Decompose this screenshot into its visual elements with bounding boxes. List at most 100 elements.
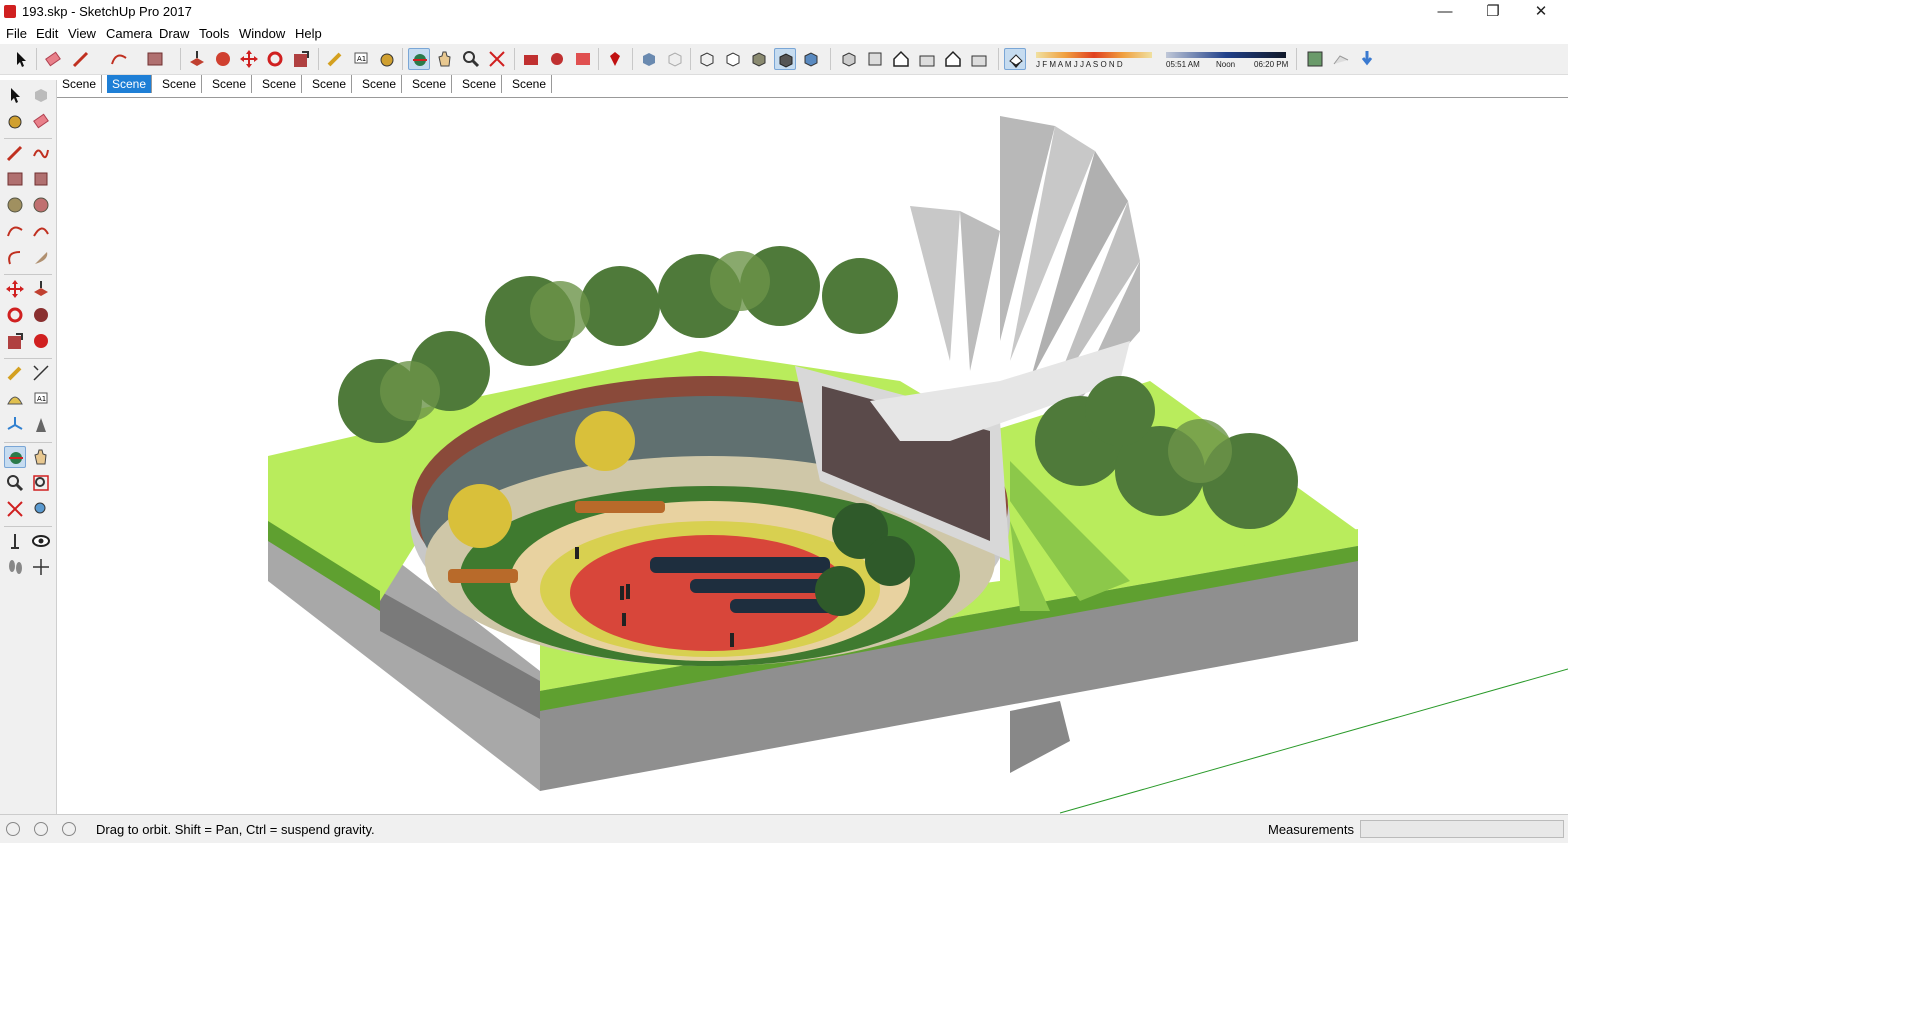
rotate-icon[interactable] [264,48,286,70]
terrain-icon[interactable] [1330,48,1352,70]
line-icon[interactable] [70,48,92,70]
hidden-line-icon[interactable] [722,48,744,70]
push-pull-icon[interactable] [30,278,52,300]
rectangle-icon[interactable] [144,48,166,70]
text-icon[interactable]: A1 [350,48,372,70]
shadows-icon[interactable] [1004,48,1026,70]
menu-window[interactable]: Window [239,26,285,41]
tab-scene-10[interactable]: Scene 10 [507,75,553,109]
text-icon[interactable]: A1 [30,388,52,410]
select-icon[interactable] [10,48,32,70]
layout-icon[interactable] [572,48,594,70]
menu-help[interactable]: Help [295,26,322,41]
zoom-icon[interactable] [460,48,482,70]
left-view-icon[interactable] [968,48,990,70]
top-view-icon[interactable] [864,48,886,70]
tab-scene-1[interactable]: Scene 1 [57,75,103,109]
user-icon[interactable] [62,822,76,836]
menu-edit[interactable]: Edit [36,26,58,41]
position-camera-icon[interactable] [4,530,26,552]
tab-scene-9[interactable]: Scene 9 [457,75,503,109]
arc-icon[interactable] [4,220,26,242]
circle-icon[interactable] [4,194,26,216]
warehouse-icon[interactable] [520,48,542,70]
move-icon[interactable] [4,278,26,300]
select-icon[interactable] [4,84,26,106]
menu-camera[interactable]: Camera [106,26,152,41]
polygon-icon[interactable] [30,194,52,216]
push-pull-icon[interactable] [186,48,208,70]
minimize-button[interactable]: — [1422,0,1468,24]
photo-texture-icon[interactable] [1356,48,1378,70]
front-view-icon[interactable] [890,48,912,70]
rotated-rectangle-icon[interactable] [30,168,52,190]
credits-icon[interactable] [34,822,48,836]
back-view-icon[interactable] [942,48,964,70]
pan-icon[interactable] [434,48,456,70]
rotate-icon[interactable] [4,304,26,326]
tape-measure-icon[interactable] [324,48,346,70]
back-edges-icon[interactable] [664,48,686,70]
geo-location-icon[interactable] [6,822,20,836]
pan-icon[interactable] [30,446,52,468]
3d-text-icon[interactable] [30,414,52,436]
iso-view-icon[interactable] [838,48,860,70]
paint-bucket-icon[interactable] [376,48,398,70]
protractor-icon[interactable] [4,388,26,410]
shadow-month-slider[interactable]: J F M A M J J A S O N D [1034,50,1154,70]
eraser-icon[interactable] [30,110,52,132]
follow-me-icon[interactable] [212,48,234,70]
right-view-icon[interactable] [916,48,938,70]
dimension-icon[interactable] [30,362,52,384]
follow-me-icon[interactable] [30,304,52,326]
tab-scene-5[interactable]: Scene 5 [257,75,303,109]
walk-icon[interactable] [4,556,26,578]
3d-viewport[interactable] [57,97,1568,815]
tab-scene-7[interactable]: Scene 7 [357,75,403,109]
maximize-button[interactable]: ❐ [1470,0,1516,24]
rectangle-icon[interactable] [4,168,26,190]
line-icon[interactable] [4,142,26,164]
scale-icon[interactable] [4,330,26,352]
paint-bucket-icon[interactable] [4,110,26,132]
section-plane-icon[interactable] [30,556,52,578]
tab-scene-3[interactable]: Scene 3 [157,75,203,109]
tape-measure-icon[interactable] [4,362,26,384]
menu-view[interactable]: View [68,26,96,41]
pie-icon[interactable] [30,246,52,268]
wireframe-icon[interactable] [696,48,718,70]
tab-scene-2[interactable]: Scene 2 [107,75,153,109]
measurements-input[interactable] [1360,820,1564,838]
offset-icon[interactable] [30,330,52,352]
shaded-textures-icon[interactable] [774,48,796,70]
three-point-arc-icon[interactable] [4,246,26,268]
shadow-time-slider[interactable]: 05:51 AM Noon 06:20 PM [1164,50,1288,70]
shaded-icon[interactable] [748,48,770,70]
eraser-icon[interactable] [42,48,64,70]
move-icon[interactable] [238,48,260,70]
two-point-arc-icon[interactable] [30,220,52,242]
previous-view-icon[interactable] [30,498,52,520]
zoom-icon[interactable] [4,472,26,494]
tab-scene-4[interactable]: Scene 4 [207,75,253,109]
tab-scene-8[interactable]: Scene 8 [407,75,453,109]
extension-warehouse-icon[interactable] [546,48,568,70]
close-button[interactable]: ✕ [1518,0,1564,24]
monochrome-icon[interactable] [800,48,822,70]
tab-scene-6[interactable]: Scene 6 [307,75,353,109]
ruby-icon[interactable] [604,48,626,70]
axes-icon[interactable] [4,414,26,436]
menu-draw[interactable]: Draw [159,26,189,41]
zoom-extents-icon[interactable] [486,48,508,70]
menu-tools[interactable]: Tools [199,26,229,41]
menu-file[interactable]: File [6,26,27,41]
freehand-icon[interactable] [30,142,52,164]
make-component-icon[interactable] [30,84,52,106]
arc-icon[interactable] [108,48,130,70]
xray-icon[interactable] [638,48,660,70]
orbit-icon[interactable] [4,446,26,468]
orbit-icon[interactable] [408,48,430,70]
look-around-icon[interactable] [30,530,52,552]
scale-icon[interactable] [290,48,312,70]
zoom-window-icon[interactable] [30,472,52,494]
